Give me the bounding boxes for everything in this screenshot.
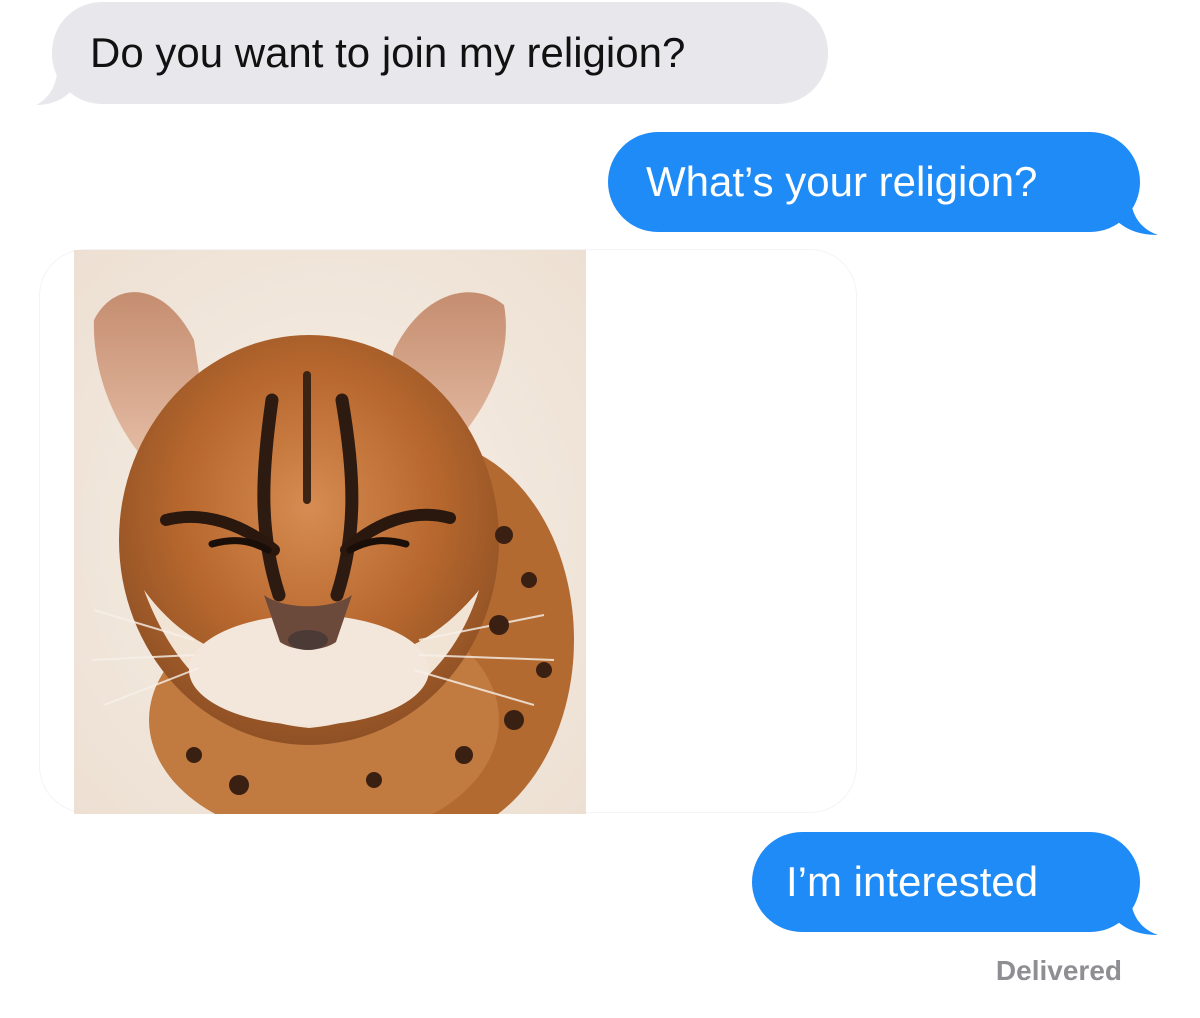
bubble-tail-icon [36,62,72,105]
sent-message-bubble[interactable]: What’s your religion? [608,132,1140,232]
leopard-cat-image-icon [74,250,586,814]
message-text: What’s your religion? [646,158,1038,205]
message-text: Do you want to join my religion? [90,29,686,76]
received-message-bubble[interactable]: Do you want to join my religion? [52,2,828,104]
sent-message-bubble[interactable]: I’m interested [752,832,1140,932]
message-text: I’m interested [786,858,1039,905]
leopard-cat-photo[interactable] [74,250,586,814]
message-thread: Do you want to join my religion? What’s … [0,0,1200,1018]
delivery-status: Delivered [995,955,1122,986]
bubble-tail-icon [1116,890,1158,935]
bubble-tail-icon [1116,190,1158,235]
